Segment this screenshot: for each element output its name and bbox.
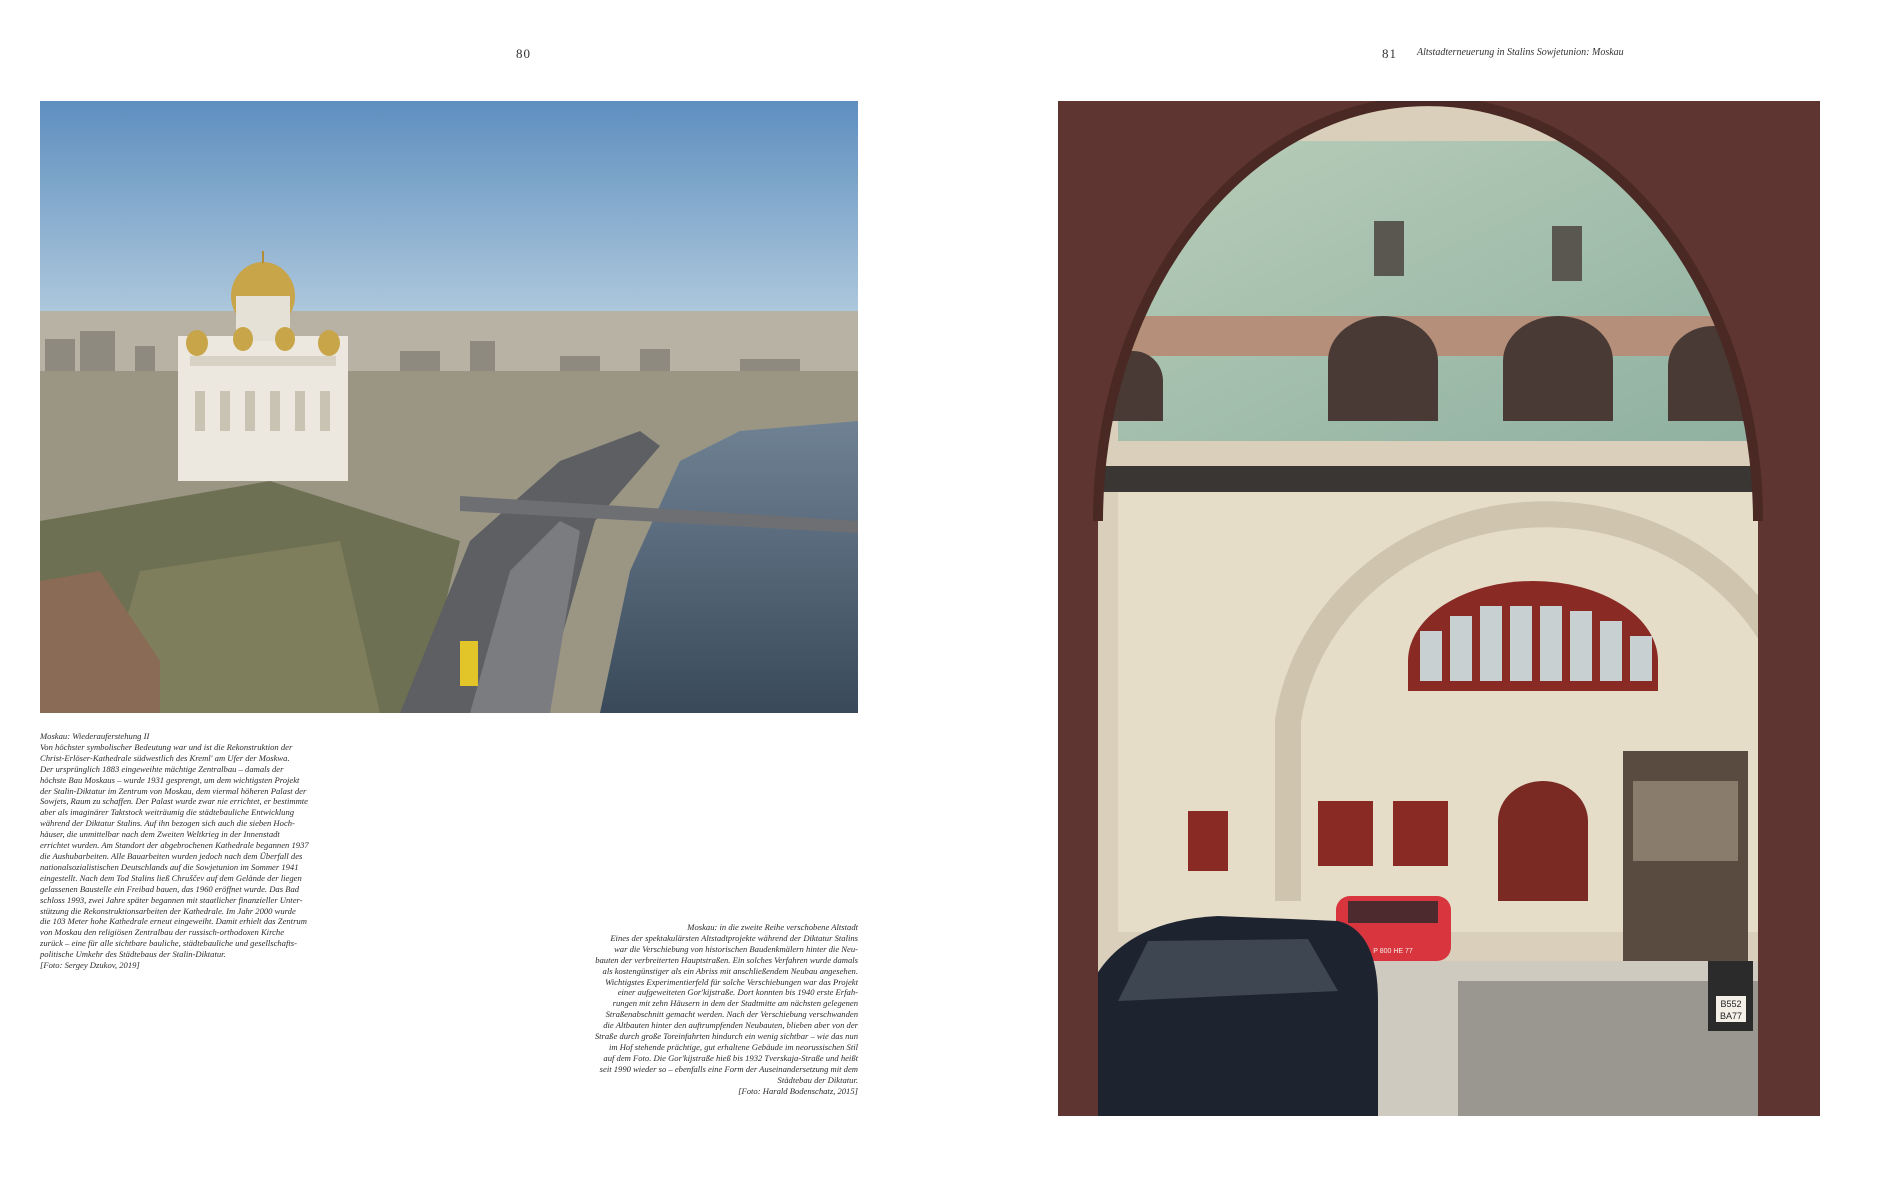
caption-title: Moskau: in die zweite Reihe verschobene … (687, 922, 858, 932)
left-page: 80 Moskau: Wiederauferstehung II Von höc… (0, 0, 945, 1182)
courtyard-caption: Moskau: in die zweite Reihe verschobene … (450, 922, 858, 1097)
courtyard-photo: B552 BA77 P 800 HE 77 (1058, 101, 1820, 1116)
cathedral-caption: Moskau: Wiederauferstehung II Von höchst… (40, 731, 430, 971)
cathedral-photo (40, 101, 858, 713)
page-number-left: 80 (516, 46, 531, 61)
right-page: 81 Altstadterneuerung in Stalins Sowjetu… (945, 0, 1890, 1182)
caption-body: Eines der spektakulärsten Altstadtprojek… (594, 932, 858, 1085)
caption-body: Von höchster symbolischer Bedeutung war … (40, 741, 309, 960)
caption-title: Moskau: Wiederauferstehung II (40, 731, 150, 741)
motorcycle-plate-bottom: BA77 (1720, 1011, 1742, 1021)
page-number-right: 81 (1382, 46, 1397, 61)
car-plate: P 800 HE 77 (1373, 948, 1413, 955)
caption-credit: [Foto: Sergey Dzukov, 2019] (40, 960, 140, 971)
caption-credit: [Foto: Harald Bodenschatz, 2015] (738, 1085, 858, 1096)
motorcycle-plate-top: B552 (1720, 999, 1741, 1009)
running-head: Altstadterneuerung in Stalins Sowjetunio… (1417, 47, 1624, 58)
